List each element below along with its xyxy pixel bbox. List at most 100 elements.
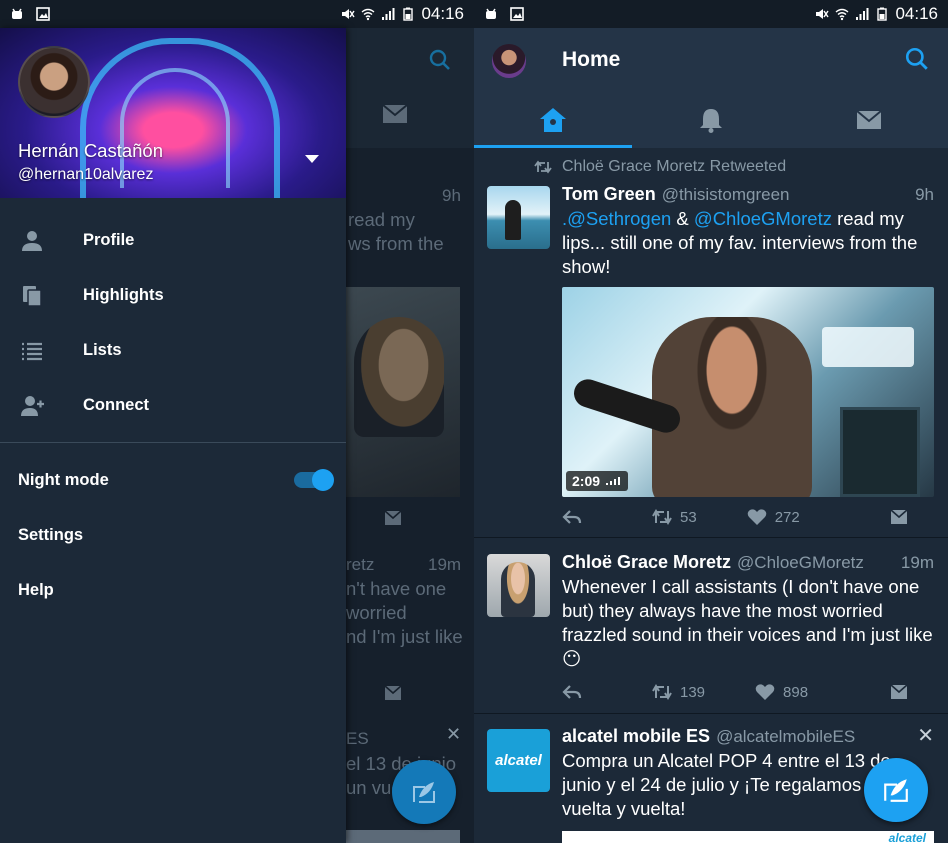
avatar[interactable]: alcatel <box>487 729 550 792</box>
home-icon <box>540 108 566 132</box>
tweet-time: 9h <box>915 185 934 204</box>
home-topbar: Home <box>474 28 948 148</box>
compose-tweet-button[interactable] <box>864 758 928 822</box>
retweeted-by: Chloë Grace Moretz Retweeted <box>562 158 787 175</box>
retweet-count: 53 <box>680 508 697 526</box>
video-duration: 2:09 <box>572 473 601 489</box>
search-icon[interactable] <box>904 46 930 72</box>
person-icon <box>22 230 42 251</box>
night-mode-label: Night mode <box>18 471 109 489</box>
tab-home[interactable] <box>474 92 632 148</box>
status-bar: 04:16 <box>474 0 948 28</box>
signal-icon <box>856 8 869 20</box>
dim-video-thumbnail <box>346 287 460 497</box>
retweet-icon <box>534 160 552 174</box>
settings-item[interactable]: Settings <box>18 526 83 545</box>
add-person-icon <box>21 395 44 416</box>
tweet-actions: 53 272 <box>562 506 908 528</box>
dim-close-icon: ✕ <box>446 724 462 744</box>
like-action[interactable]: 272 <box>747 507 800 527</box>
drawer-divider <box>0 442 346 443</box>
battery-icon <box>877 7 888 21</box>
tab-messages[interactable] <box>790 92 948 148</box>
menu-item-lists[interactable]: Lists <box>0 323 346 378</box>
dm-icon <box>384 685 402 700</box>
like-action[interactable]: 898 <box>755 682 808 702</box>
tab-bar <box>474 92 948 148</box>
author-name[interactable]: Tom Green <box>562 184 656 205</box>
menu-item-highlights[interactable]: Highlights <box>0 268 346 323</box>
left-screen: 04:16 9h read my ws from the retz 19m n'… <box>0 0 474 843</box>
author-handle: @alcatelmobileES <box>716 727 856 746</box>
dim-person <box>354 317 444 437</box>
video-monitor <box>840 407 920 497</box>
author-name[interactable]: Chloë Grace Moretz <box>562 552 731 573</box>
retweet-context: Chloë Grace Moretz Retweeted <box>534 158 786 176</box>
text-fragment: & <box>671 208 694 229</box>
tweet-actions: 139 898 <box>562 681 908 703</box>
navigation-drawer: Hernán Castañón @hernan10alvarez Profile… <box>0 28 346 843</box>
lists-icon <box>22 342 42 360</box>
tweet-text: Whenever I call assistants (I don't have… <box>562 576 933 669</box>
night-mode-toggle[interactable] <box>294 469 334 491</box>
tweet-text: .@Sethrogen & @ChloeGMoretz read my lips… <box>562 207 934 279</box>
compose-tweet-button[interactable] <box>392 760 456 824</box>
android-debug-icon <box>486 8 496 19</box>
reply-icon[interactable] <box>562 684 582 700</box>
mention-link[interactable]: .@Sethrogen <box>562 208 671 229</box>
mute-icon <box>342 9 356 19</box>
dim-time-2: 19m <box>428 555 462 574</box>
retweet-action[interactable]: 139 <box>652 682 705 702</box>
tweet-body: Tom Green @thisistomgreen 9h .@Sethrogen… <box>562 184 934 279</box>
retweet-count: 139 <box>680 683 706 701</box>
dm-icon <box>384 510 402 525</box>
dm-icon[interactable] <box>890 509 908 525</box>
image-icon <box>510 7 524 21</box>
tweet[interactable]: Chloë Grace Moretz @ChloeGMoretz 19m Whe… <box>474 539 948 714</box>
avatar[interactable] <box>487 186 550 249</box>
signal-icon <box>382 8 395 20</box>
menu-label-profile: Profile <box>83 231 135 249</box>
retweet-action[interactable]: 53 <box>652 507 697 527</box>
tab-notifications[interactable] <box>632 92 790 148</box>
avatar[interactable] <box>487 554 550 617</box>
status-bar: 04:16 <box>0 0 474 28</box>
tweet-header: Chloë Grace Moretz @ChloeGMoretz 19m <box>562 552 934 573</box>
retweet-icon <box>652 684 672 700</box>
drawer-header: Hernán Castañón @hernan10alvarez <box>0 28 346 198</box>
reply-icon[interactable] <box>562 509 582 525</box>
menu-label-connect: Connect <box>83 396 149 414</box>
dim-line-6: ES <box>346 729 369 748</box>
battery-icon <box>403 7 414 21</box>
alcatel-logo-text: alcatel <box>495 752 542 769</box>
toggle-knob <box>312 469 334 491</box>
status-time: 04:16 <box>421 4 464 23</box>
video-person <box>652 317 812 497</box>
like-count: 272 <box>774 508 800 526</box>
compose-icon <box>413 782 435 803</box>
dm-icon[interactable] <box>890 684 908 700</box>
promo-media-strip[interactable]: alcatel <box>562 831 934 843</box>
dim-line-2: ws from the <box>348 233 444 254</box>
dim-time-1: 9h <box>442 186 461 205</box>
dim-media-strip <box>346 830 460 843</box>
help-item[interactable]: Help <box>18 581 54 600</box>
account-switcher-chevron-icon[interactable] <box>305 155 319 163</box>
tweet-body: Chloë Grace Moretz @ChloeGMoretz 19m Whe… <box>562 552 934 671</box>
author-name[interactable]: alcatel mobile ES <box>562 726 710 747</box>
tweet[interactable]: Chloë Grace Moretz Retweeted Tom Green @… <box>474 148 948 538</box>
menu-item-profile[interactable]: Profile <box>0 213 346 268</box>
heart-icon <box>747 509 766 525</box>
tweet-header: Tom Green @thisistomgreen 9h <box>562 184 934 205</box>
tweet-video[interactable]: 2:09 <box>562 287 934 497</box>
dim-handle: retz <box>346 555 375 574</box>
profile-avatar[interactable] <box>18 46 90 118</box>
retweet-icon <box>652 509 672 525</box>
dismiss-close-icon[interactable]: ✕ <box>917 723 934 748</box>
like-count: 898 <box>783 683 809 701</box>
account-avatar[interactable] <box>492 44 526 78</box>
menu-item-connect[interactable]: Connect <box>0 378 346 433</box>
mention-link[interactable]: @ChloeGMoretz <box>694 208 832 229</box>
tweet-time: 19m <box>900 553 934 572</box>
home-timeline[interactable]: Chloë Grace Moretz Retweeted Tom Green @… <box>474 148 948 843</box>
